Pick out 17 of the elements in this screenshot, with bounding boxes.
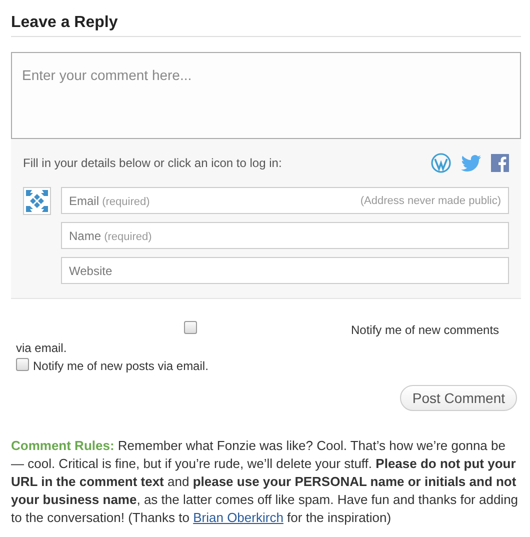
checkbox[interactable] [16,358,29,371]
checkbox[interactable] [184,321,197,334]
author-link[interactable]: Brian Oberkirch [193,510,284,525]
checkbox-label[interactable]: Notify me of new comments via email. [16,321,517,357]
text-field[interactable]: Website [61,257,509,284]
avatar-icon [23,187,51,215]
bird-icon[interactable] [461,154,481,172]
text-field[interactable]: Email (required) (Address never made public) [61,187,509,214]
checkbox-label[interactable]: Notify me of new posts via email. [33,359,208,373]
comment-field[interactable]: Enter your comment here... [11,52,521,139]
post-comment-button[interactable]: Post Comment [400,385,517,411]
login-prompt: Fill in your details below or click an icon to log in: [23,156,282,170]
wordpress-icon[interactable] [431,153,451,173]
comment-rules: Comment Rules: Remember what Fonzie was like? Cool. That’s how we’re gonna be — cool. Critical is fine, but if you’re rude, we’ll delete your stuff. Please do not put your URL in the comment text and please use your PERSONAL name or initials and not your business name, as the latter comes off like spam. Have fun and thanks for adding to the conversation! (Thanks to Brian Oberkirch for the inspiration) [11,437,520,527]
section-heading: Leave a Reply [11,10,521,37]
facebook-icon[interactable] [491,154,509,172]
text-field[interactable]: Name (required) [61,222,509,249]
